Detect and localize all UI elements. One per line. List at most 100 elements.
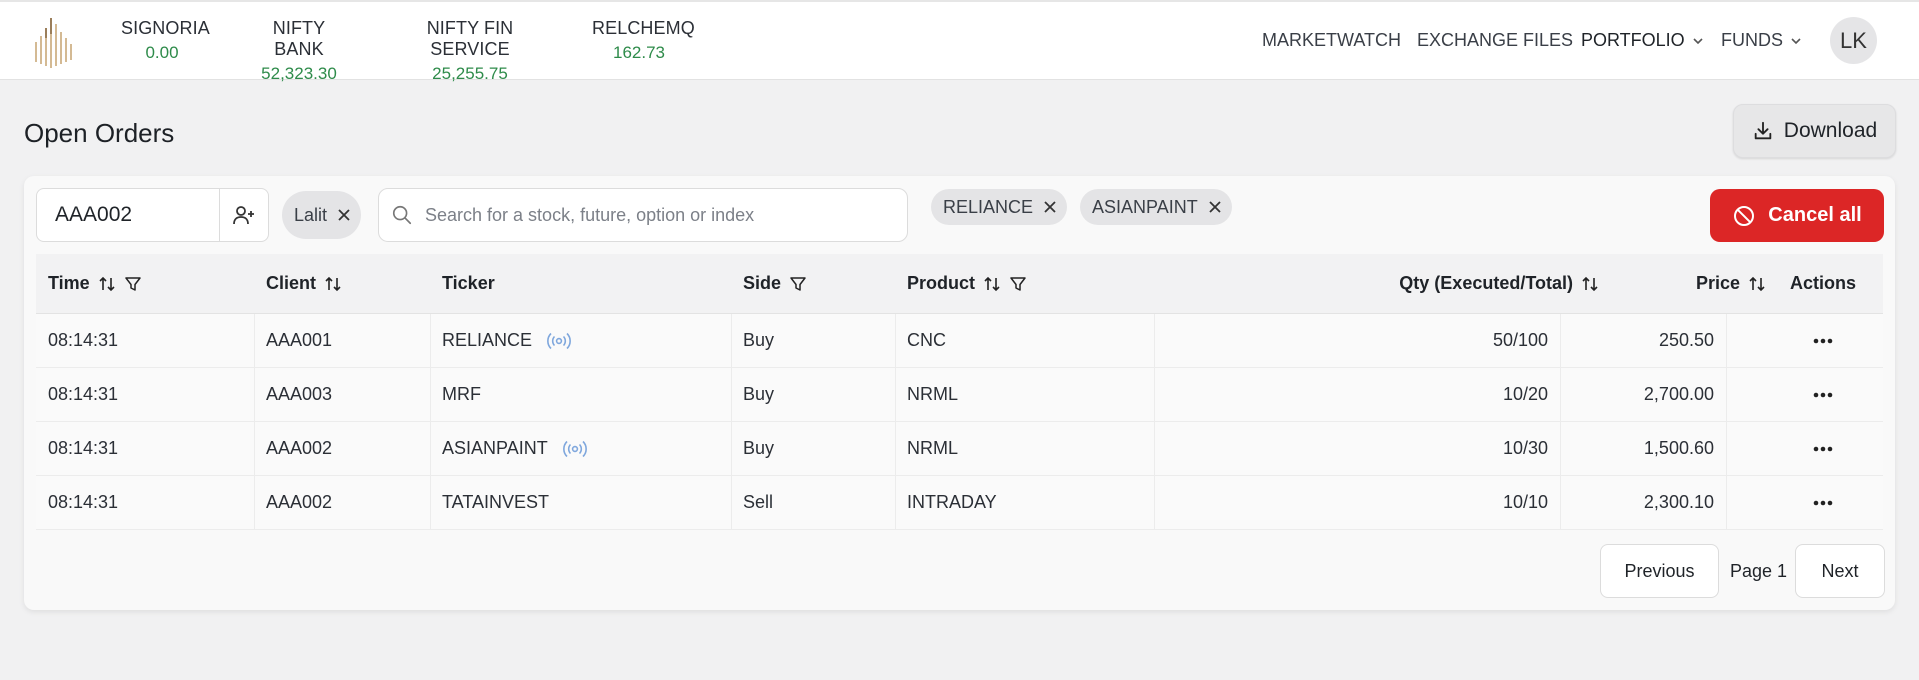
ticker-label: RELIANCE [442,330,533,350]
ticker-relchemq[interactable]: RELCHEMQ 162.73 [592,18,695,63]
sort-icon[interactable] [324,275,342,293]
download-button[interactable]: Download [1733,104,1896,158]
download-icon [1754,121,1772,140]
more-options-icon[interactable] [1812,338,1834,344]
close-icon[interactable] [1208,200,1222,214]
column-client[interactable]: Client [266,254,342,313]
brand-logo-icon[interactable] [34,12,74,68]
chip-label: Lalit [294,204,328,225]
column-label: Ticker [442,273,495,293]
ticker-filter-chip[interactable]: RELIANCE [931,189,1068,225]
cell-client: AAA002 [266,438,333,458]
cell-time: 08:14:31 [48,384,119,404]
add-user-icon [233,206,254,225]
nav-marketwatch[interactable]: MARKETWATCH [1262,30,1401,51]
column-label: Actions [1789,273,1856,293]
row-actions[interactable] [1763,476,1883,529]
row-actions[interactable] [1763,422,1883,475]
page-indicator: Page 1 [1730,560,1788,581]
column-label: Qty (Executed/Total) [1399,273,1573,293]
table-header: Time Client Ticker Side Product Qty (Exe… [36,254,1883,314]
ticker-filter-chip[interactable]: ASIANPAINT [1080,189,1232,225]
sort-icon[interactable] [98,275,116,293]
chip-label: ASIANPAINT [1092,196,1198,217]
ticker-label: MRF [442,384,481,404]
ticker-nifty-bank[interactable]: NIFTY BANK 52,323.30 [248,18,350,84]
more-options-icon[interactable] [1812,392,1834,398]
column-qty[interactable]: Qty (Executed/Total) [1156,254,1599,313]
nav-funds[interactable]: FUNDS [1721,30,1802,51]
search-icon [392,205,412,225]
cell-product: CNC [907,330,946,350]
table-row[interactable]: 08:14:31 AAA001 RELIANCE Buy CNC 50/100 … [36,314,1883,368]
close-icon[interactable] [1043,200,1057,214]
cell-side: Buy [743,438,775,458]
table-row[interactable]: 08:14:31 AAA003 MRF Buy NRML 10/20 2,700… [36,368,1883,422]
cell-qty: 10/30 [1502,438,1548,458]
ticker-value: 0.00 [145,43,179,62]
table-row[interactable]: 08:14:31 AAA002 ASIANPAINT Buy NRML 10/3… [36,422,1883,476]
sort-icon[interactable] [1581,275,1599,293]
row-actions[interactable] [1763,314,1883,367]
cell-ticker: RELIANCE [442,314,574,367]
nav-portfolio[interactable]: PORTFOLIO [1581,30,1704,51]
next-page-button[interactable]: Next [1795,544,1885,598]
column-label: Product [907,273,976,293]
column-label: Side [743,273,782,293]
previous-page-button[interactable]: Previous [1600,544,1719,598]
ticker-name: SIGNORIA [121,18,210,38]
cell-product: NRML [907,384,959,404]
page-title: Open Orders [24,118,175,148]
sort-icon[interactable] [983,275,1001,293]
cell-time: 08:14:31 [48,492,119,512]
cell-ticker: ASIANPAINT [442,422,590,475]
table-row[interactable]: 08:14:31 AAA002 TATAINVEST Sell INTRADAY… [36,476,1883,530]
column-product[interactable]: Product [907,254,1027,313]
nav-label: PORTFOLIO [1581,30,1685,50]
cell-time: 08:14:31 [48,330,119,350]
cell-qty: 10/20 [1502,384,1548,404]
cell-client: AAA001 [266,330,333,350]
cell-price: 2,700.00 [1643,384,1714,404]
column-label: Client [266,273,317,293]
filter-icon[interactable] [124,275,142,293]
user-avatar[interactable]: LK [1830,17,1877,64]
search-box[interactable] [378,188,908,242]
ban-icon [1734,205,1755,226]
cell-ticker: MRF [442,368,481,421]
filter-icon[interactable] [1009,275,1027,293]
more-options-icon[interactable] [1812,500,1834,506]
cell-product: INTRADAY [907,492,997,512]
row-actions[interactable] [1763,368,1883,421]
chevron-down-icon [1693,37,1703,44]
nav-label: FUNDS [1721,30,1783,50]
cell-side: Buy [743,384,775,404]
cell-time: 08:14:31 [48,438,119,458]
add-user-button[interactable] [219,188,269,242]
column-label: Price [1695,273,1740,293]
cell-client: AAA003 [266,384,333,404]
column-ticker: Ticker [442,254,495,313]
nav-exchange-files[interactable]: EXCHANGE FILES [1417,30,1573,51]
column-label: Time [48,273,90,293]
column-side[interactable]: Side [743,254,807,313]
user-filter-chip[interactable]: Lalit [282,191,362,239]
cell-client: AAA002 [266,492,333,512]
nav-label: MARKETWATCH [1262,30,1401,50]
filter-icon[interactable] [789,275,807,293]
column-actions: Actions [1763,254,1883,313]
ticker-name: NIFTY BANK [272,18,326,59]
cell-side: Buy [743,330,775,350]
cancel-all-button[interactable]: Cancel all [1710,189,1884,242]
column-time[interactable]: Time [48,254,142,313]
cancel-all-label: Cancel all [1768,204,1862,226]
client-input[interactable]: AAA002 [36,188,220,242]
cell-product: NRML [907,438,959,458]
column-price[interactable]: Price [1616,254,1766,313]
ticker-nifty-fin-service[interactable]: NIFTY FIN SERVICE 25,255.75 [395,18,545,84]
close-icon[interactable] [337,208,351,222]
search-input[interactable] [425,204,885,226]
more-options-icon[interactable] [1812,446,1834,452]
ticker-signoria[interactable]: SIGNORIA 0.00 [121,18,210,63]
cell-price: 1,500.60 [1643,438,1714,458]
